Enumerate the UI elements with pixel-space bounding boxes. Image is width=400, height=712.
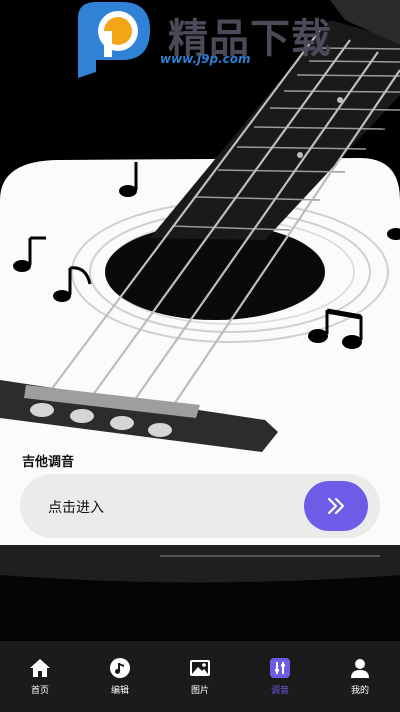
guitar-illustration [0,0,400,640]
tab-images[interactable]: 图片 [160,641,240,712]
double-chevron-right-icon [327,497,345,515]
watermark-logo: 精品下载 www.j9p.com [74,0,374,82]
home-icon [29,657,51,679]
tuner-screen: 精品下载 www.j9p.com 吉他调音 点击进入 首页 编辑 图片 调音 我… [0,0,400,712]
tab-tuner[interactable]: 调音 [240,641,320,712]
enter-button[interactable] [304,481,368,531]
enter-label: 点击进入 [48,500,104,516]
section-title: 吉他调音 [22,455,75,470]
tab-edit[interactable]: 编辑 [80,641,160,712]
enter-bar[interactable]: 点击进入 [20,474,380,538]
tab-label: 首页 [30,686,49,696]
music-note-icon [109,657,131,679]
tab-label: 我的 [350,686,369,696]
watermark-url: www.j9p.com [160,52,251,66]
bottom-tab-bar: 首页 编辑 图片 调音 我的 [0,641,400,712]
tab-label: 图片 [190,686,209,696]
tab-label: 调音 [270,686,289,696]
p-logo-icon [78,2,150,78]
tab-label: 编辑 [110,686,129,696]
user-icon [349,657,371,679]
tab-home[interactable]: 首页 [0,641,80,712]
image-icon [189,657,211,679]
tuner-sliders-icon [269,657,291,679]
tab-profile[interactable]: 我的 [320,641,400,712]
